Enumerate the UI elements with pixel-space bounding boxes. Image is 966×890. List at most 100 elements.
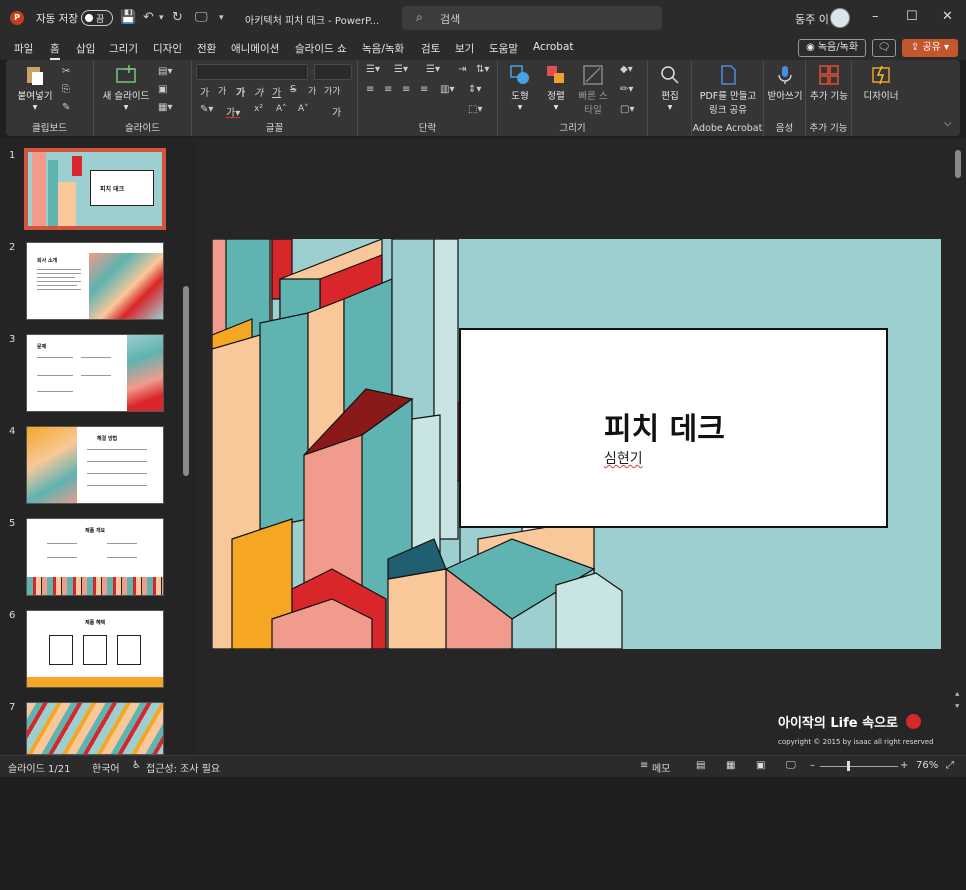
tab-review[interactable]: 검토 — [421, 41, 440, 56]
slide-thumbnail-1[interactable]: 피치 데크 — [24, 148, 166, 230]
user-name[interactable]: 동주 이 — [795, 11, 829, 27]
italic-button[interactable]: 가 — [254, 84, 263, 99]
shape-fill-icon[interactable]: ◆▾ — [620, 64, 633, 75]
autosave-toggle[interactable]: 끔 — [81, 10, 113, 26]
new-slide-button[interactable]: 새 슬라이드 ▾ — [98, 64, 154, 113]
format-painter-icon[interactable]: ✎ — [62, 102, 70, 113]
notes-button[interactable]: 메모 — [652, 760, 670, 775]
undo-icon[interactable]: ↶ — [143, 10, 154, 25]
shape-effects-icon[interactable]: ▢▾ — [620, 104, 634, 115]
comments-button[interactable]: 🗨 — [872, 39, 896, 57]
language-indicator[interactable]: 한국어 — [92, 760, 120, 775]
clear-format-button[interactable]: 가 — [332, 104, 341, 119]
numbering-icon[interactable]: ☰▾ — [394, 64, 408, 75]
redo-icon[interactable]: ↻ — [172, 10, 183, 25]
addins-button[interactable]: 추가 기능 — [810, 64, 848, 102]
bullets-icon[interactable]: ☰▾ — [366, 64, 380, 75]
dictate-button[interactable]: 받아쓰기 — [766, 64, 804, 102]
tab-view[interactable]: 보기 — [455, 41, 474, 56]
shape-outline-icon[interactable]: ✏▾ — [620, 84, 633, 95]
indent-icon[interactable]: ⇥ — [458, 64, 466, 75]
quick-styles-button[interactable]: 빠른 스타일 — [576, 64, 610, 116]
align-right-icon[interactable]: ≡ — [402, 84, 410, 95]
create-pdf-button[interactable]: PDF를 만들고 링크 공유 — [696, 64, 760, 116]
slide-sorter-icon[interactable]: ▦ — [726, 760, 735, 771]
customize-toolbar-icon[interactable]: ▾ — [219, 13, 224, 23]
slide-thumbnail-7[interactable] — [26, 702, 164, 755]
reset-icon[interactable]: ▣ — [158, 84, 167, 95]
slide-thumbnail-2[interactable]: 회사 소개 — [26, 242, 164, 320]
tab-design[interactable]: 디자인 — [153, 41, 182, 56]
tab-insert[interactable]: 삽입 — [76, 41, 95, 56]
title-placeholder[interactable]: 피치 데크 심현기 — [459, 328, 888, 528]
font-name-select[interactable] — [196, 64, 308, 80]
close-icon[interactable]: ✕ — [942, 9, 953, 24]
shapes-button[interactable]: 도형 ▾ — [504, 64, 536, 113]
slideshow-view-icon[interactable]: 🖵 — [786, 760, 796, 771]
slideshow-icon[interactable]: 🖵 — [195, 10, 208, 25]
slide-thumbnail-4[interactable]: 해결 방법 — [26, 426, 164, 504]
thumbnail-scrollbar[interactable] — [182, 278, 190, 890]
font-shrink-icon[interactable]: A˅ — [298, 104, 309, 114]
superscript-icon[interactable]: x² — [254, 104, 263, 114]
tab-slideshow[interactable]: 슬라이드 쇼 — [295, 41, 347, 56]
undo-dropdown-icon[interactable]: ▾ — [159, 13, 164, 23]
copy-icon[interactable]: ⎘ — [62, 84, 70, 95]
zoom-slider-handle[interactable] — [847, 761, 850, 771]
font-grow-icon[interactable]: A˄ — [276, 104, 287, 114]
slide-title[interactable]: 피치 데크 — [604, 404, 725, 448]
zoom-level[interactable]: 76% — [916, 760, 938, 771]
minimize-icon[interactable]: – — [872, 9, 879, 24]
line-spacing-icon[interactable]: ☰▾ — [426, 64, 440, 75]
font-size-select[interactable] — [314, 64, 352, 80]
designer-button[interactable]: 디자이너 — [858, 64, 904, 102]
section-icon[interactable]: ▦▾ — [158, 102, 172, 113]
tab-draw[interactable]: 그리기 — [109, 41, 138, 56]
font-grow-button[interactable]: 가 — [200, 84, 209, 99]
slide-subtitle[interactable]: 심현기 — [604, 448, 643, 468]
prev-slide-icon[interactable]: ⯅ — [954, 690, 960, 700]
paste-button[interactable]: 붙여넣기 ▾ — [12, 64, 58, 113]
strikethrough-button[interactable]: S — [290, 84, 296, 95]
align-left-icon[interactable]: ≡ — [366, 84, 374, 95]
columns-icon[interactable]: ▥▾ — [440, 84, 454, 95]
tab-help[interactable]: 도움말 — [489, 41, 518, 56]
highlight-icon[interactable]: ✎▾ — [200, 104, 213, 115]
tab-acrobat[interactable]: Acrobat — [533, 41, 574, 53]
align-text-icon[interactable]: ⇕▾ — [468, 84, 481, 95]
tab-file[interactable]: 파일 — [14, 41, 33, 56]
tab-record[interactable]: 녹음/녹화 — [362, 41, 404, 56]
tab-home[interactable]: 홈 — [50, 41, 60, 60]
align-center-icon[interactable]: ≡ — [384, 84, 392, 95]
bold-button[interactable]: 가 — [236, 84, 245, 99]
zoom-slider[interactable] — [820, 766, 898, 767]
text-direction-icon[interactable]: ⇅▾ — [476, 64, 489, 75]
record-button[interactable]: ◉ 녹음/녹화 — [798, 39, 866, 57]
fit-to-window-icon[interactable]: ⤢ — [946, 760, 954, 771]
smartart-icon[interactable]: ⬚▾ — [468, 104, 482, 115]
share-button[interactable]: ⇪ 공유 ▾ — [902, 39, 958, 57]
normal-view-icon[interactable]: ▤ — [696, 760, 705, 771]
current-slide[interactable]: 피치 데크 심현기 — [212, 239, 941, 649]
justify-icon[interactable]: ≡ — [420, 84, 428, 95]
edit-button[interactable]: 편집 ▾ — [652, 64, 688, 113]
change-case-button[interactable]: 가가 — [324, 84, 341, 97]
tab-animations[interactable]: 애니메이션 — [231, 41, 279, 56]
accessibility-status[interactable]: 접근성: 조사 필요 — [146, 760, 220, 775]
editor-scrollbar[interactable]: ⯅ ⯆ — [954, 142, 963, 712]
zoom-in-icon[interactable]: + — [900, 760, 908, 771]
search-input[interactable]: ⌕ 검색 — [402, 6, 662, 30]
collapse-ribbon-icon[interactable]: ⌵ — [944, 118, 952, 129]
accessibility-icon[interactable]: ♿ — [132, 760, 141, 771]
slide-thumbnail-3[interactable]: 문제 — [26, 334, 164, 412]
notes-icon[interactable]: ≡ — [640, 760, 648, 771]
tab-transitions[interactable]: 전환 — [197, 41, 216, 56]
char-spacing-button[interactable]: 가 — [308, 84, 316, 97]
zoom-out-icon[interactable]: – — [810, 760, 815, 771]
scrollbar-thumb[interactable] — [183, 286, 189, 476]
arrange-button[interactable]: 정렬 ▾ — [540, 64, 572, 113]
reading-view-icon[interactable]: ▣ — [756, 760, 765, 771]
slide-thumbnail-5[interactable]: 제품 개요 — [26, 518, 164, 596]
maximize-icon[interactable]: ☐ — [906, 9, 918, 24]
font-shrink-button[interactable]: 가 — [218, 84, 226, 97]
